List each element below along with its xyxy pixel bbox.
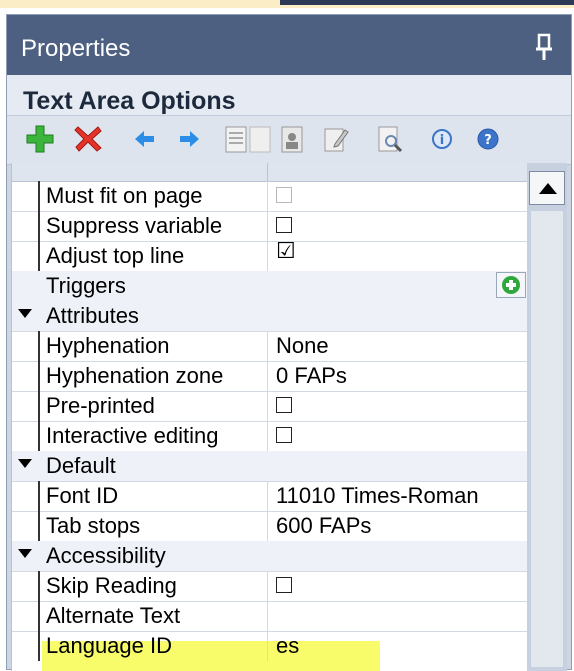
property-value[interactable]: None [276,333,329,359]
property-name: Interactive editing [46,423,219,448]
panel-title-bar: Properties [7,15,571,75]
property-name: Must fit on page [46,183,203,208]
info-icon[interactable]: i [427,124,457,154]
collapse-arrow-icon[interactable] [18,309,32,318]
arrow-right-icon[interactable] [175,124,205,154]
help-icon[interactable]: ? [473,124,503,154]
row-skip-reading[interactable]: Skip Reading [12,571,528,602]
row-tab-stops[interactable]: Tab stops 600 FAPs [12,511,528,542]
scroll-up-button[interactable] [529,171,565,205]
toolbar: i ? [7,115,571,165]
window-accent-bar [280,0,574,5]
preview-magnifier-icon[interactable] [375,124,405,154]
pin-icon[interactable] [535,33,553,61]
vertical-scrollbar[interactable] [527,163,567,671]
category-name: Attributes [46,303,139,328]
svg-text:i: i [440,133,444,148]
add-icon[interactable] [25,124,55,154]
blank-page-icon[interactable] [245,124,275,154]
arrow-up-icon [539,183,557,194]
row-font-id[interactable]: Font ID 11010 Times-Roman [12,481,528,512]
section-title: Text Area Options [23,87,236,115]
add-trigger-button[interactable] [496,272,526,298]
row-hyphenation[interactable]: Hyphenation None [12,331,528,362]
interactive-editing-checkbox[interactable] [276,427,292,443]
property-name: Suppress variable [46,213,223,238]
row-language-id[interactable]: Language ID es [12,631,528,661]
property-value[interactable]: 11010 Times-Roman [276,483,479,509]
property-value[interactable]: 600 FAPs [276,513,371,539]
arrow-left-icon[interactable] [129,124,159,154]
edit-pencil-icon[interactable] [321,124,351,154]
suppress-variable-checkbox[interactable] [276,217,292,233]
property-name: Skip Reading [46,573,177,598]
delete-icon[interactable] [73,124,103,154]
pre-printed-checkbox[interactable] [276,397,292,413]
category-name: Accessibility [46,543,166,568]
grid-header [12,163,528,182]
properties-panel: Properties Text Area Options i ? Must fi… [6,14,572,671]
property-name: Font ID [46,483,119,508]
property-name: Alternate Text [46,603,181,628]
row-must-fit-on-page[interactable]: Must fit on page [12,181,528,212]
row-interactive-editing[interactable]: Interactive editing [12,421,528,452]
row-default[interactable]: Default [12,451,528,482]
property-name: Pre-printed [46,393,155,418]
collapse-arrow-icon[interactable] [18,459,32,468]
property-name: Language ID [46,633,172,658]
category-name: Default [46,453,116,478]
scroll-track[interactable] [531,211,563,667]
adjust-top-line-checkbox[interactable]: ☑ [276,239,296,264]
row-alternate-text[interactable]: Alternate Text [12,601,528,632]
row-pre-printed[interactable]: Pre-printed [12,391,528,422]
row-triggers[interactable]: Triggers [12,271,528,302]
property-name: Hyphenation [46,333,170,358]
category-name: Triggers [46,273,126,298]
image-icon[interactable] [277,124,307,154]
property-value[interactable]: 0 FAPs [276,363,347,389]
row-accessibility[interactable]: Accessibility [12,541,528,572]
property-grid: Must fit on page Suppress variable Adjus… [11,163,528,671]
row-suppress-variable[interactable]: Suppress variable [12,211,528,242]
property-value[interactable]: es [276,633,299,659]
row-hyphenation-zone[interactable]: Hyphenation zone 0 FAPs [12,361,528,392]
property-name: Adjust top line [46,243,185,268]
row-adjust-top-line[interactable]: Adjust top line ☑ [12,239,528,272]
panel-title: Properties [21,35,131,62]
svg-text:?: ? [484,133,492,148]
skip-reading-checkbox[interactable] [276,577,292,593]
property-name: Hyphenation zone [46,363,224,388]
collapse-arrow-icon[interactable] [18,549,32,558]
property-name: Tab stops [46,513,141,538]
row-attributes[interactable]: Attributes [12,301,528,332]
window-top-strip [0,0,574,8]
must-fit-checkbox[interactable] [276,187,292,203]
